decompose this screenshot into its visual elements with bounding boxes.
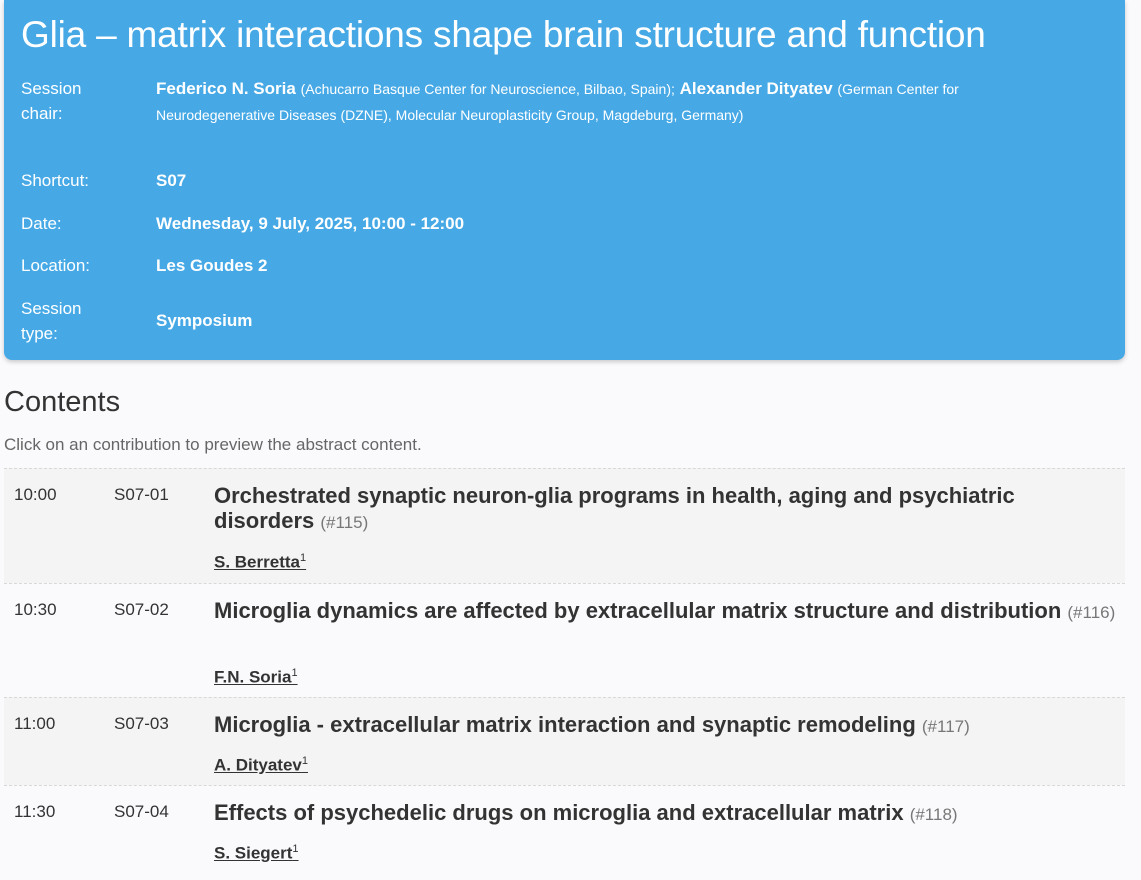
contribution-title-text: Microglia - extracellular matrix interac… (214, 712, 916, 737)
author-name: S. Siegert (214, 843, 293, 863)
author-link[interactable]: S. Siegert1 (214, 843, 299, 864)
author-name: A. Dityatev (214, 755, 302, 775)
chair-label: Session chair: (21, 76, 121, 126)
location-label: Location: (21, 256, 90, 275)
chair1-name: Federico N. Soria (156, 79, 296, 98)
author-link[interactable]: S. Berretta1 (214, 552, 306, 573)
author-name: F.N. Soria (214, 667, 292, 687)
date-value: Wednesday, 9 July, 2025, 10:00 - 12:00 (156, 214, 465, 233)
contribution-code: S07-01 (114, 485, 169, 504)
contribution-title[interactable]: Effects of psychedelic drugs on microgli… (214, 800, 1119, 827)
chair-label-line1: Session (21, 79, 82, 98)
contributions-list: 10:00 S07-01 Orchestrated synaptic neuro… (4, 468, 1125, 880)
shortcut-label: Shortcut: (21, 171, 90, 190)
chair2-name: Alexander Dityatev (679, 79, 833, 98)
affiliation-superscript: 1 (301, 755, 308, 767)
contribution-row[interactable]: 10:30 S07-02 Microglia dynamics are affe… (4, 583, 1125, 697)
affiliation-superscript: 1 (291, 667, 298, 679)
affiliation-superscript: 1 (299, 552, 307, 564)
contribution-row[interactable]: 11:30 S07-04 Effects of psychedelic drug… (4, 785, 1125, 880)
contents-heading: Contents (4, 386, 121, 418)
contribution-code: S07-03 (114, 714, 169, 733)
contribution-title[interactable]: Orchestrated synaptic neuron-glia progra… (214, 483, 1119, 535)
abstract-number: (#116) (1067, 603, 1116, 622)
author-link[interactable]: A. Dityatev1 (214, 755, 308, 776)
session-type-label: Session type: (21, 296, 121, 346)
chair-value: Federico N. Soria (Achucarro Basque Cent… (156, 76, 1036, 128)
contribution-time: 10:00 (14, 485, 57, 504)
contents-hint: Click on an contribution to preview the … (4, 435, 422, 454)
author-link[interactable]: F.N. Soria1 (214, 667, 298, 688)
session-type-label-line1: Session (21, 299, 82, 318)
contribution-time: 10:30 (14, 600, 57, 619)
contribution-title[interactable]: Microglia dynamics are affected by extra… (214, 598, 1119, 625)
contribution-row[interactable]: 11:00 S07-03 Microglia - extracellular m… (4, 697, 1125, 785)
affiliation-superscript: 1 (292, 843, 299, 855)
contribution-code: S07-04 (114, 802, 169, 821)
session-type-label-line2: type: (21, 324, 58, 343)
location-value: Les Goudes 2 (156, 256, 268, 275)
shortcut-value: S07 (156, 171, 187, 190)
contribution-row[interactable]: 10:00 S07-01 Orchestrated synaptic neuro… (4, 468, 1125, 583)
chair-label-line2: chair: (21, 104, 63, 123)
session-title: Glia – matrix interactions shape brain s… (21, 14, 986, 55)
chair1-affiliation: (Achucarro Basque Center for Neuroscienc… (300, 81, 675, 97)
abstract-number: (#117) (921, 717, 970, 736)
abstract-number: (#115) (320, 513, 369, 532)
contribution-title[interactable]: Microglia - extracellular matrix interac… (214, 712, 1119, 739)
contribution-time: 11:00 (14, 714, 56, 733)
contribution-title-text: Effects of psychedelic drugs on microgli… (214, 800, 904, 825)
contribution-title-text: Microglia dynamics are affected by extra… (214, 598, 1062, 623)
contribution-time: 11:30 (14, 802, 56, 821)
author-name: S. Berretta (214, 552, 300, 572)
abstract-number: (#118) (909, 805, 958, 824)
date-label: Date: (21, 214, 62, 233)
contribution-code: S07-02 (114, 600, 169, 619)
session-type-value: Symposium (156, 311, 253, 330)
session-header-card: Glia – matrix interactions shape brain s… (4, 0, 1125, 360)
